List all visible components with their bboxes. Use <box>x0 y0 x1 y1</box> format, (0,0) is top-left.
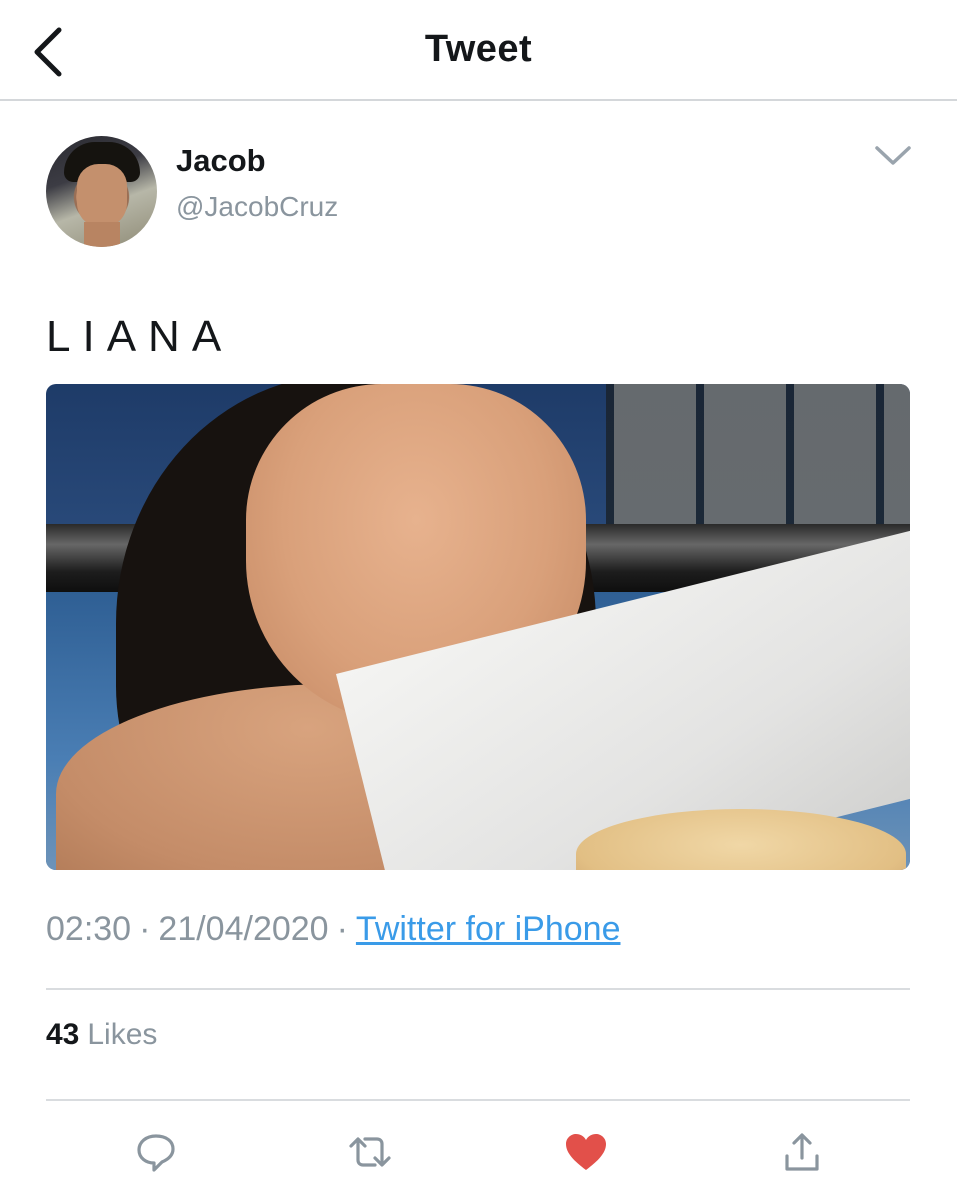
meta-separator: · <box>336 910 348 948</box>
retweet-icon <box>349 1137 391 1167</box>
tweet-date: 21/04/2020 <box>158 910 329 948</box>
tweet-source-link[interactable]: Twitter for iPhone <box>356 910 621 948</box>
more-options-button[interactable] <box>870 138 916 174</box>
reply-icon <box>137 1134 175 1172</box>
tweet-actions-bar <box>46 1122 910 1182</box>
meta-separator: · <box>139 910 151 948</box>
likes-stat[interactable]: 43 Likes <box>46 1018 157 1052</box>
chevron-down-icon <box>875 146 911 165</box>
share-button[interactable] <box>772 1122 832 1182</box>
tweet-metadata: 02:30 · 21/04/2020 · Twitter for iPhone <box>46 910 620 949</box>
share-icon <box>785 1133 819 1171</box>
heart-icon <box>566 1134 606 1170</box>
divider <box>46 988 910 990</box>
author-handle[interactable]: @JacobCruz <box>176 191 338 223</box>
top-navigation-bar: Tweet <box>0 0 957 101</box>
background-window <box>606 384 910 524</box>
divider <box>46 1099 910 1101</box>
page-title: Tweet <box>424 28 533 70</box>
retweet-button[interactable] <box>340 1122 400 1182</box>
likes-count: 43 <box>46 1018 80 1051</box>
tweet-time: 02:30 <box>46 910 132 948</box>
avatar[interactable] <box>46 136 157 247</box>
tweet-text: LIANA <box>46 312 234 361</box>
like-button[interactable] <box>556 1122 616 1182</box>
likes-label: Likes <box>87 1018 158 1051</box>
author-display-name[interactable]: Jacob <box>176 143 266 179</box>
reply-button[interactable] <box>126 1122 186 1182</box>
tweet-image[interactable] <box>46 384 910 870</box>
